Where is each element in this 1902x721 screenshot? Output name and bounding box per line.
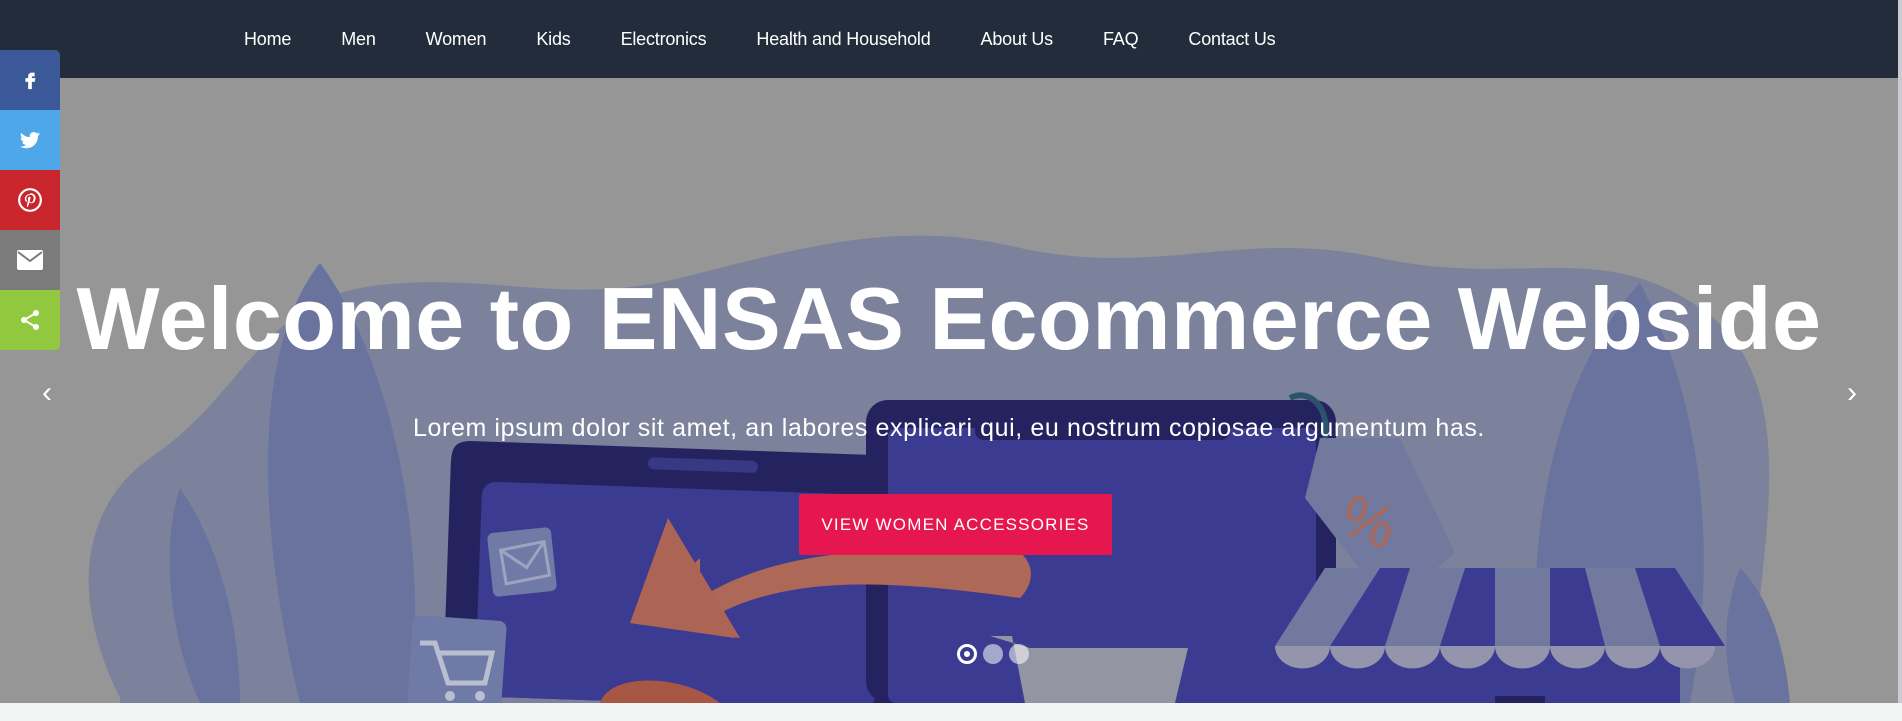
- social-share-bar: [0, 50, 60, 350]
- hero-title: Welcome to ENSAS Ecommerce Webside: [76, 269, 1822, 368]
- top-navigation: Home Men Women Kids Electronics Health a…: [0, 0, 1898, 78]
- nav-about-us[interactable]: About Us: [981, 29, 1054, 49]
- hero-subtitle: Lorem ipsum dolor sit amet, an labores e…: [413, 414, 1485, 442]
- slider-dot-1[interactable]: [957, 644, 977, 664]
- twitter-share-button[interactable]: [0, 110, 60, 170]
- nav-men[interactable]: Men: [341, 29, 376, 49]
- share-icon: [21, 310, 39, 330]
- nav-electronics[interactable]: Electronics: [621, 29, 707, 49]
- nav-women[interactable]: Women: [426, 29, 487, 49]
- view-women-accessories-button[interactable]: VIEW WOMEN ACCESSORIES: [799, 494, 1112, 555]
- nav-list: Home Men Women Kids Electronics Health a…: [219, 0, 1300, 78]
- nav-faq[interactable]: FAQ: [1103, 29, 1139, 49]
- nav-kids[interactable]: Kids: [536, 29, 570, 49]
- hero-overlay: [0, 78, 1898, 703]
- slider-pagination: [957, 644, 1029, 664]
- nav-health-household[interactable]: Health and Household: [756, 29, 930, 49]
- page-scrollbar[interactable]: [1898, 0, 1902, 703]
- slider-dot-2[interactable]: [983, 644, 1003, 664]
- pinterest-icon: [18, 188, 42, 212]
- email-share-button[interactable]: [0, 230, 60, 290]
- facebook-share-button[interactable]: [0, 50, 60, 110]
- slider-next-arrow-icon[interactable]: ›: [1837, 378, 1867, 408]
- slider-dot-3[interactable]: [1009, 644, 1029, 664]
- hero-slider: % Welcome to ENSAS Ecommerce Webside Lor…: [0, 78, 1898, 703]
- twitter-icon: [19, 132, 41, 149]
- nav-contact-us[interactable]: Contact Us: [1188, 29, 1275, 49]
- nav-home[interactable]: Home: [244, 29, 291, 49]
- pinterest-share-button[interactable]: [0, 170, 60, 230]
- email-icon: [17, 250, 43, 270]
- more-share-button[interactable]: [0, 290, 60, 350]
- facebook-icon: [25, 72, 36, 90]
- slider-prev-arrow-icon[interactable]: ‹: [32, 378, 62, 408]
